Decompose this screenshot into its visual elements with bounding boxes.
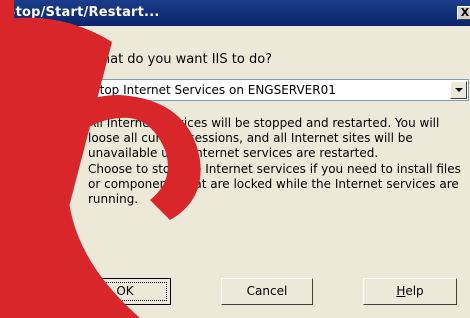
description-line: loose all current sessions, and all Inte… [88,131,413,146]
help-button[interactable]: Help [363,278,457,305]
title-bar: Stop/Start/Restart... X [0,0,470,26]
description-line: running. [88,192,139,207]
ok-button-label: OK [116,284,134,298]
ok-button[interactable]: OK [79,278,171,305]
dialog-title: Stop/Start/Restart... [6,5,160,20]
chevron-down-icon[interactable] [450,81,467,99]
question-label: What do you want IIS to do? [89,52,272,67]
help-button-label: elp [405,284,424,298]
cancel-button[interactable]: Cancel [221,278,313,305]
description-line: All Internet services will be stopped an… [88,116,440,130]
iis-dialog: Stop/Start/Restart... X What do you want… [0,0,470,318]
description-line: Choose to stop the Internet services if … [88,161,461,176]
question-text: hat do you want IIS to do? [101,52,273,67]
action-select[interactable]: Stop Internet Services on ENGSERVER01 [87,79,469,101]
server-computer-icon [31,51,65,88]
action-select-value: Stop Internet Services on ENGSERVER01 [92,83,336,97]
description-line: or components that are locked while the … [88,176,459,191]
question-accelerator: W [89,52,102,67]
help-accelerator: H [396,284,406,298]
description-line: unavailable until Internet services are … [88,146,379,161]
close-button[interactable]: X [457,6,470,20]
description-text: All Internet services will be stopped an… [88,116,468,207]
close-icon: X [460,6,470,19]
cancel-button-label: Cancel [246,284,288,298]
